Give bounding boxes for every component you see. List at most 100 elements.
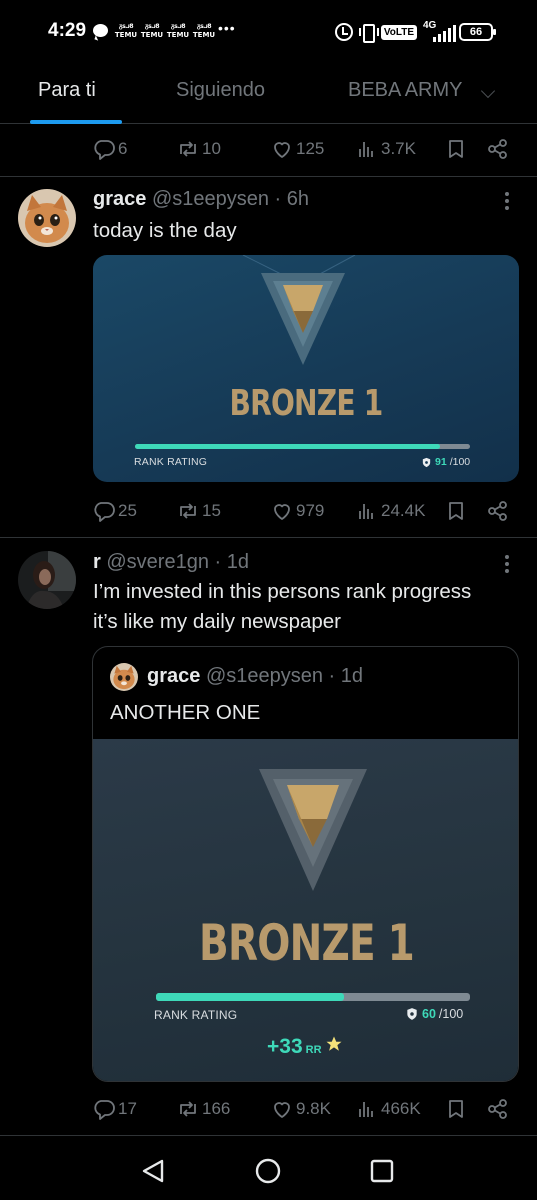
like-count: 979 <box>296 501 325 520</box>
temu-notification-icon: ᵹꜱ.ᴊ8 TEMU <box>166 23 190 39</box>
shield-icon <box>407 1008 417 1020</box>
bookmark-button[interactable] <box>444 1094 468 1124</box>
share-button[interactable] <box>486 1094 510 1124</box>
bookmark-icon <box>449 140 463 158</box>
share-icon <box>488 1099 507 1119</box>
repost-icon <box>180 1101 196 1117</box>
tweet-text: today is the day <box>93 219 237 242</box>
share-button[interactable] <box>486 496 510 526</box>
repost-count: 10 <box>202 139 221 158</box>
repost-icon <box>180 141 196 157</box>
rank-rating-fill <box>156 993 345 1001</box>
avatar[interactable] <box>18 551 76 609</box>
reply-count: 25 <box>118 501 137 520</box>
profile-photo-image <box>18 551 76 609</box>
handle[interactable]: @svere1gn <box>106 551 209 573</box>
rank-rating-value: 60/100 <box>405 1007 463 1021</box>
rr-gain-unit: RR <box>305 1044 322 1056</box>
tab-siguiendo[interactable]: Siguiendo <box>176 79 265 102</box>
handle: @s1eepysen <box>205 665 323 687</box>
repost-count: 15 <box>202 501 221 520</box>
bookmark-button[interactable] <box>444 496 468 526</box>
views-icon <box>359 142 373 157</box>
temu-notification-icon: ᵹꜱ.ᴊ8 TEMU <box>192 23 216 39</box>
shield-icon <box>422 457 431 467</box>
cat-avatar-image <box>110 663 138 691</box>
home-icon[interactable] <box>255 1158 281 1184</box>
views-button[interactable]: 24.4K <box>355 496 425 526</box>
view-count: 24.4K <box>381 501 426 520</box>
rank-rating-label: RANK RATING <box>134 456 208 468</box>
reply-count: 17 <box>118 1099 137 1118</box>
battery-icon: 66 <box>459 23 496 41</box>
more-icon[interactable] <box>504 555 510 577</box>
share-icon <box>488 501 507 521</box>
share-button[interactable] <box>486 134 510 164</box>
timestamp[interactable]: · 6h <box>275 188 309 210</box>
rank-title: BRONZE 1 <box>229 383 383 424</box>
views-button[interactable]: 466K <box>355 1094 421 1124</box>
star-icon <box>326 1036 342 1051</box>
bookmark-button[interactable] <box>444 134 468 164</box>
like-icon <box>274 1102 290 1118</box>
tab-para-ti[interactable]: Para ti <box>38 79 96 102</box>
reply-button[interactable]: 17 <box>92 1094 137 1124</box>
rank-image[interactable]: BRONZE 1 RANK RATING 91/100 <box>93 255 519 482</box>
like-button[interactable]: 125 <box>270 134 324 164</box>
repost-button[interactable]: 15 <box>176 496 221 526</box>
status-bar: 4:29 ᵹꜱ.ᴊ8 TEMU ᵹꜱ.ᴊ8 TEMU ᵹꜱ.ᴊ8 TEMU ᵹꜱ.ᴊ8… <box>0 0 537 62</box>
tab-beba-army[interactable]: BEBA ARMY <box>348 79 463 102</box>
reply-icon <box>94 502 115 522</box>
signal-icon: 4G <box>423 20 456 42</box>
rank-emblem-icon <box>259 769 367 891</box>
like-icon <box>274 142 290 158</box>
rank-rating-fill <box>135 444 440 449</box>
views-icon <box>359 504 373 519</box>
reply-icon <box>94 140 115 160</box>
rr-gain-value: +33 <box>267 1035 303 1058</box>
reply-button[interactable]: 25 <box>92 496 137 526</box>
avatar[interactable] <box>18 189 76 247</box>
handle[interactable]: @s1eepysen <box>152 188 269 210</box>
bookmark-icon <box>449 502 463 520</box>
more-notifications-icon: ••• <box>218 20 236 36</box>
divider <box>0 176 537 177</box>
clock: 4:29 <box>48 20 87 41</box>
views-button[interactable]: 3.7K <box>355 134 416 164</box>
rank-rating-value: 91/100 <box>421 456 470 468</box>
quoted-tweet[interactable]: grace @s1eepysen · 1d ANOTHER ONE BRONZE… <box>92 646 519 1082</box>
display-name[interactable]: grace <box>93 188 146 210</box>
more-icon[interactable] <box>504 192 510 214</box>
share-icon <box>488 139 507 159</box>
recents-icon[interactable] <box>370 1159 394 1183</box>
back-icon[interactable] <box>142 1159 164 1183</box>
quoted-header: grace @s1eepysen · 1d <box>147 665 363 688</box>
like-icon <box>274 504 290 520</box>
like-button[interactable]: 979 <box>270 496 324 526</box>
tweet-text-line: I’m invested in this persons rank progre… <box>93 580 472 603</box>
timestamp[interactable]: · 1d <box>215 551 249 573</box>
system-nav-bar <box>0 1136 537 1200</box>
reply-button[interactable]: 6 <box>92 134 127 164</box>
repost-button[interactable]: 10 <box>176 134 221 164</box>
view-count: 3.7K <box>381 139 416 158</box>
rank-image[interactable]: BRONZE 1 RANK RATING 60/100 +33 RR <box>93 739 518 1081</box>
views-icon <box>359 1102 373 1117</box>
temu-notification-icon: ᵹꜱ.ᴊ8 TEMU <box>140 23 164 39</box>
timeline-tabs: Para ti Siguiendo BEBA ARMY <box>0 62 537 124</box>
timestamp: · 1d <box>328 665 364 687</box>
reply-icon <box>94 1100 115 1120</box>
tweet-text-line: it’s like my daily newspaper <box>93 610 342 633</box>
rr-gain: +33 RR <box>267 1035 343 1059</box>
alarm-icon <box>334 23 353 41</box>
like-button[interactable]: 9.8K <box>270 1094 331 1124</box>
like-count: 9.8K <box>296 1099 331 1118</box>
repost-button[interactable]: 166 <box>176 1094 230 1124</box>
display-name: grace <box>147 665 201 687</box>
view-count: 466K <box>381 1099 421 1118</box>
rank-rating-bar <box>135 444 470 449</box>
display-name[interactable]: r <box>93 551 101 573</box>
quoted-text: ANOTHER ONE <box>110 701 261 724</box>
chat-bubble-icon <box>93 24 108 37</box>
tweet-header: grace @s1eepysen · 6h <box>93 188 309 211</box>
